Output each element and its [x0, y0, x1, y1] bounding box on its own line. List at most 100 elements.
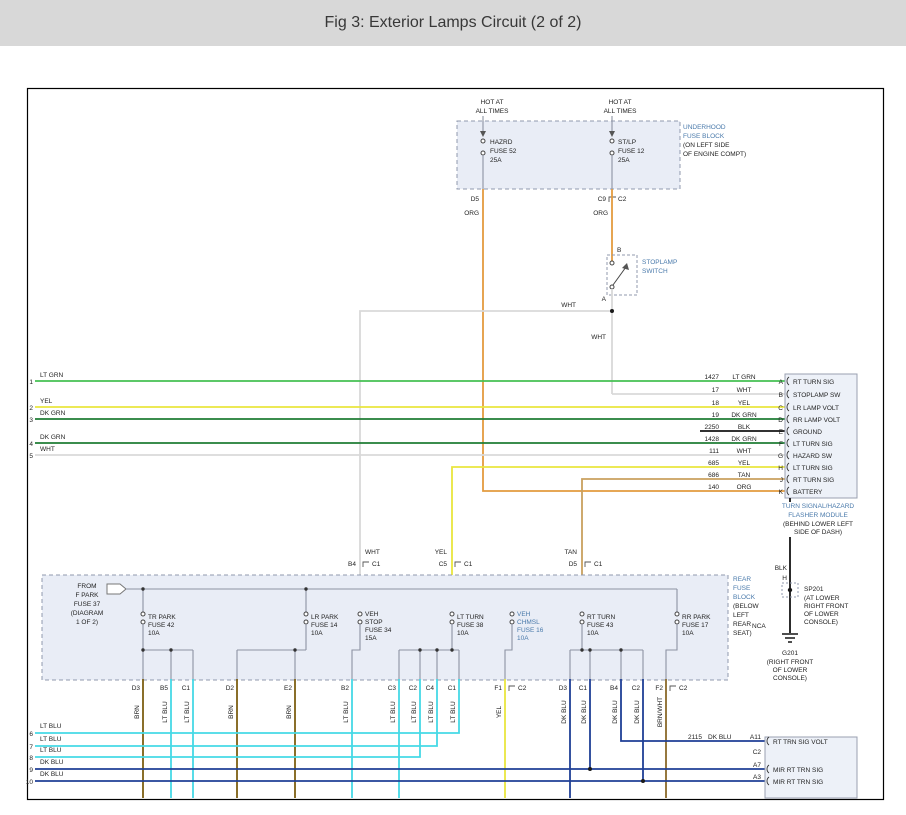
fuse-text: FUSE 38 — [457, 622, 484, 629]
underhood-label-1: UNDERHOOD — [683, 124, 726, 131]
flasher-row-color: ORG — [737, 484, 752, 491]
output-pin: D2 — [226, 685, 235, 692]
flasher-row-color: WHT — [737, 448, 752, 455]
output-pin: D3 — [132, 685, 141, 692]
flasher-row-color: WHT — [737, 387, 752, 394]
wire-label-blk: BLK — [775, 565, 788, 572]
switch-pin-a: A — [602, 296, 607, 303]
right-module-row-label: RT TRN SIG VOLT — [773, 739, 828, 746]
underhood-label-4: OF ENGINE COMPT) — [683, 151, 746, 158]
rear-fuse-block: WHT B4 C1 YEL C5 C1 TAN D5 C1 FROM F PAR… — [42, 549, 760, 680]
flasher-name-3: (BEHIND LOWER LEFT — [783, 521, 853, 528]
fuse-stlp-number: FUSE 12 — [618, 148, 645, 155]
flasher-row-circuit: 685 — [708, 460, 719, 467]
wire-8-num: 8 — [29, 755, 33, 762]
junction-dot — [588, 767, 592, 771]
flasher-row-color: LT GRN — [732, 374, 756, 381]
flasher-row-circuit: 19 — [712, 412, 720, 419]
flasher-row-pin: J — [780, 477, 783, 484]
output-color: YEL — [496, 705, 503, 718]
entry-tan-pin: D5 — [569, 561, 578, 568]
output-color: LT BLU — [411, 701, 418, 723]
fuse-text: 10A — [457, 630, 469, 637]
fuse-text: STOP — [365, 619, 383, 626]
output-color: BRN/WHT — [657, 697, 664, 727]
rear-block-label-7: SEAT) — [733, 630, 752, 637]
a11-color: DK BLU — [708, 734, 732, 741]
fuse-text: TR PARK — [148, 614, 176, 621]
ground-name: G201 — [782, 650, 798, 657]
fuse-text: FUSE 14 — [311, 622, 338, 629]
fuse-text: VEH — [365, 611, 379, 618]
underhood-label-2: FUSE BLOCK — [683, 133, 725, 140]
output-pin: F1 — [494, 685, 502, 692]
flasher-row-label: LR LAMP VOLT — [793, 405, 839, 412]
a11-pin: A11 — [750, 734, 761, 741]
output-pin: C1 — [579, 685, 588, 692]
switch-terminal-icon — [610, 261, 614, 265]
fuse-hazrd-number: FUSE 52 — [490, 148, 517, 155]
stoplamp-switch-label-1: STOPLAMP — [642, 259, 677, 266]
wire-7-color: LT BLU — [40, 736, 62, 743]
flasher-row-label: LT TURN SIG — [793, 441, 833, 448]
wire-6-num: 6 — [29, 731, 33, 738]
fuse-text: 10A — [148, 630, 160, 637]
flasher-row-circuit: 2250 — [705, 424, 720, 431]
flasher-row-color: TAN — [738, 472, 751, 479]
flasher-row-color: YEL — [738, 400, 751, 407]
rear-block-label-3: BLOCK — [733, 594, 756, 601]
from-label-4: (DIAGRAM — [71, 610, 104, 617]
rear-block-output-wires: D3 B5 C1 D2 E2 B2 C3 C2 C4 C1 F1 C2 D3 C… — [35, 679, 765, 798]
wire-10-color: DK BLU — [40, 771, 64, 778]
wire-10-num: 10 — [26, 779, 34, 786]
wire-3-num: 3 — [29, 417, 33, 424]
fuse-text: 15A — [365, 635, 377, 642]
splice-loc-1: (AT LOWER — [804, 595, 840, 602]
flasher-row-pin: D — [778, 417, 783, 424]
entry-wht-pin: B4 — [348, 561, 356, 568]
flasher-row-circuit: 18 — [712, 400, 720, 407]
right-module-row-label: MIR RT TRN SIG — [773, 779, 823, 786]
from-label-3: FUSE 37 — [74, 601, 101, 608]
switch-arrow-icon — [622, 263, 629, 270]
wire-label-org-left: ORG — [464, 210, 479, 217]
output-pin: E2 — [284, 685, 292, 692]
flasher-name-2: FLASHER MODULE — [788, 512, 848, 519]
hot-at-right: HOT AT — [609, 99, 632, 106]
wire-org-hazrd-to-flasher — [483, 189, 785, 491]
output-pin: C1 — [448, 685, 457, 692]
ground-loc-2: OF LOWER — [773, 667, 808, 674]
diagram-border — [28, 89, 884, 800]
flasher-row-color: YEL — [738, 460, 751, 467]
fuse-hazrd-name: HAZRD — [490, 139, 513, 146]
from-label-2: F PARK — [76, 592, 100, 599]
flasher-row-circuit: 686 — [708, 472, 719, 479]
underhood-fuse-block: HOT AT ALL TIMES HOT AT ALL TIMES HAZRD … — [457, 99, 746, 217]
all-times-right: ALL TIMES — [604, 108, 638, 115]
connector-tick-icon — [509, 686, 515, 691]
from-label-5: 1 OF 2) — [76, 619, 98, 626]
nca-label: NCA — [752, 623, 766, 630]
right-turn-module: 2115 DK BLU A11 RT TRN SIG VOLT C2 A7 MI… — [688, 734, 857, 798]
rear-block-label-1: REAR — [733, 576, 751, 583]
junction-dot — [641, 779, 645, 783]
connector-tick-icon — [670, 686, 676, 691]
left-page-wires: LT GRN YEL DK GRN DK GRN WHT 1 2 3 4 5 — [29, 372, 785, 460]
a11-circuit: 2115 — [688, 734, 702, 741]
output-pin: B4 — [610, 685, 618, 692]
rear-block-label-5: LEFT — [733, 612, 749, 619]
ground-loc-1: (RIGHT FRONT — [767, 659, 813, 666]
flasher-row-pin: K — [779, 489, 784, 496]
fuse-text: 10A — [311, 630, 323, 637]
switch-terminal-icon — [610, 285, 614, 289]
flasher-row-circuit: 1428 — [705, 436, 720, 443]
right-module-conn: C2 — [753, 749, 762, 756]
connector-tick-icon — [585, 562, 591, 567]
splice-loc-4: CONSOLE) — [804, 619, 838, 626]
flasher-row-label: RT TURN SIG — [793, 477, 834, 484]
wire-8-color: LT BLU — [40, 747, 62, 754]
wire-4-color: DK GRN — [40, 434, 66, 441]
flasher-row-label: RT TURN SIG — [793, 379, 834, 386]
pin-c9: C9 — [598, 196, 607, 203]
underhood-label-3: (ON LEFT SIDE — [683, 142, 730, 149]
